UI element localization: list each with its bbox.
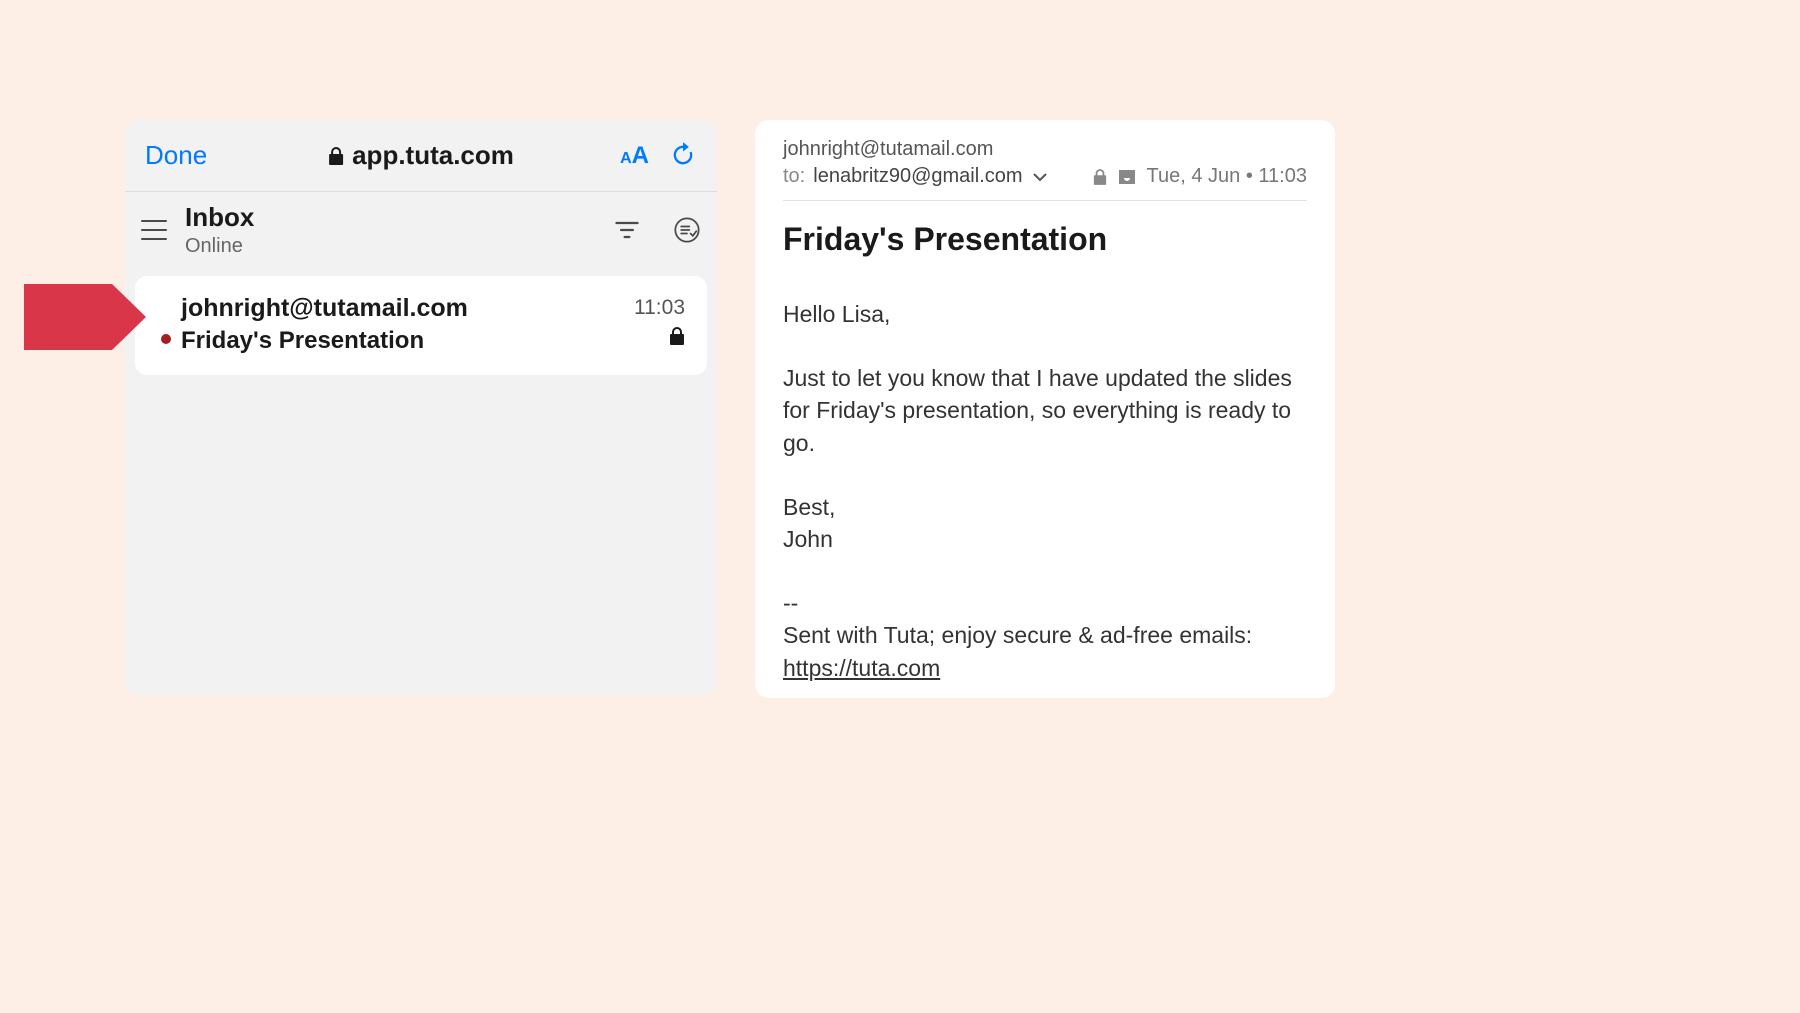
to-email: lenabritz90@gmail.com (813, 165, 1022, 188)
to-label: to: (783, 165, 805, 188)
browser-bar: Done app.tuta.com AA (125, 120, 717, 192)
refresh-button[interactable] (669, 141, 699, 171)
detail-subject: Friday's Presentation (783, 221, 1307, 258)
lock-icon (328, 146, 344, 166)
detail-body: Hello Lisa, Just to let you know that I … (783, 298, 1307, 684)
chevron-down-icon[interactable] (1033, 172, 1047, 182)
body-sign-name: John (783, 523, 1307, 555)
inbox-status: Online (185, 235, 581, 258)
callout-pointer-icon (24, 284, 146, 350)
lock-icon (669, 326, 685, 346)
inbox-title: Inbox (185, 202, 581, 233)
lock-icon (1093, 168, 1107, 186)
multiselect-icon[interactable] (673, 216, 701, 244)
detail-date: Tue, 4 Jun • 11:03 (1147, 165, 1307, 188)
email-detail-panel: johnright@tutamail.com to: lenabritz90@g… (755, 120, 1335, 698)
url-display[interactable]: app.tuta.com (328, 140, 514, 171)
email-list-item[interactable]: johnright@tutamail.com Friday's Presenta… (135, 276, 707, 375)
url-text: app.tuta.com (352, 140, 514, 171)
email-sender: johnright@tutamail.com (181, 294, 685, 323)
body-greeting: Hello Lisa, (783, 298, 1307, 330)
inbox-tray-icon (1117, 168, 1137, 186)
inbox-header: Inbox Online (125, 192, 717, 276)
inbox-panel: Done app.tuta.com AA Inbox Online (125, 120, 717, 695)
detail-from: johnright@tutamail.com (783, 138, 1307, 161)
hamburger-icon[interactable] (141, 220, 167, 240)
email-subject: Friday's Presentation (181, 327, 685, 355)
signature-link[interactable]: https://tuta.com (783, 655, 940, 681)
body-paragraph: Just to let you know that I have updated… (783, 362, 1307, 459)
body-signoff: Best, (783, 491, 1307, 523)
unread-dot-icon (161, 334, 171, 344)
signature-text: Sent with Tuta; enjoy secure & ad-free e… (783, 619, 1307, 651)
email-time: 11:03 (634, 296, 685, 320)
filter-icon[interactable] (613, 216, 641, 244)
signature-separator: -- (783, 587, 1307, 619)
detail-to-row: to: lenabritz90@gmail.com Tue, 4 Jun • 1… (783, 165, 1307, 201)
done-button[interactable]: Done (145, 140, 207, 171)
detail-meta: Tue, 4 Jun • 11:03 (1093, 165, 1307, 188)
text-size-button[interactable]: AA (620, 142, 649, 170)
